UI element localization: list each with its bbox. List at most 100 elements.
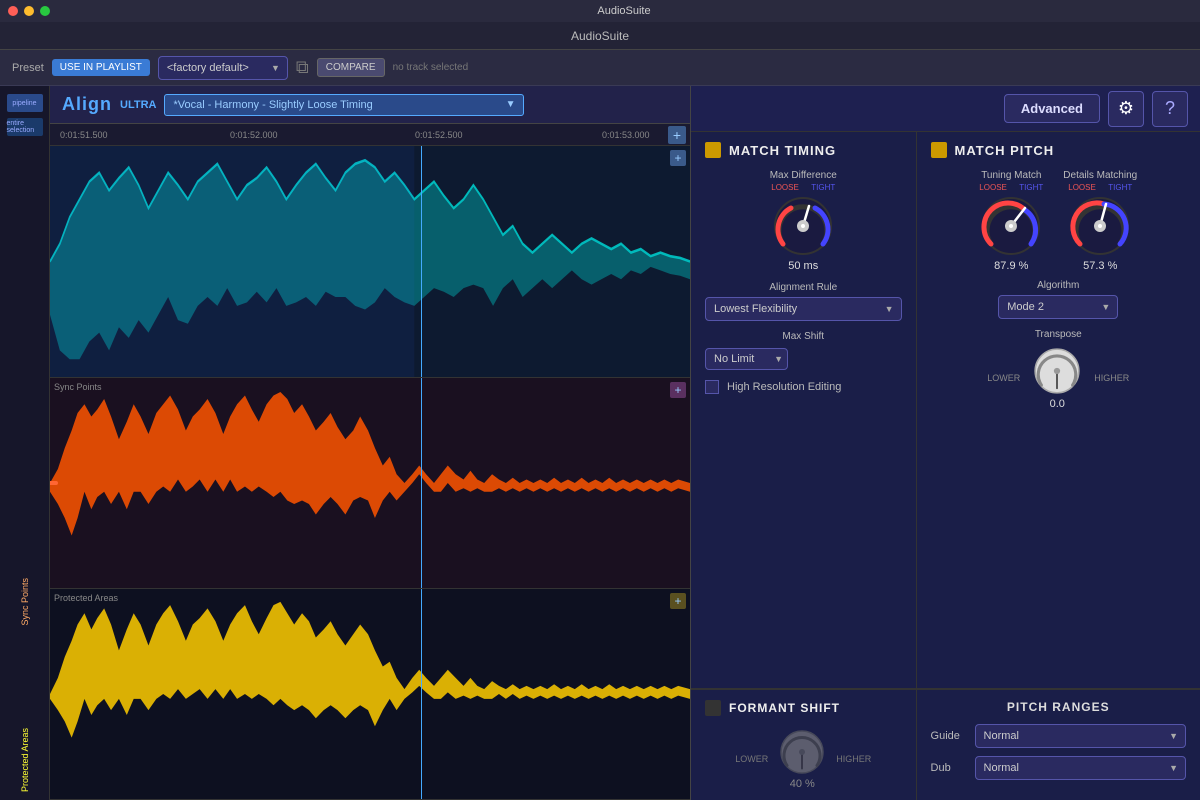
transpose-knob[interactable] <box>1032 346 1082 396</box>
formant-toggle[interactable] <box>705 700 721 716</box>
details-matching-label: Details Matching <box>1063 170 1137 181</box>
max-shift-group: Max Shift No Limit 1 second 2 seconds 50… <box>705 331 902 370</box>
advanced-button[interactable]: Advanced <box>1004 94 1100 123</box>
ruler-mark-3: 0:01:52.500 <box>415 130 463 140</box>
panels-row: MATCH TIMING Max Difference LOOSE TIGHT <box>691 132 1200 688</box>
dub-select-wrapper: Normal Low High Extra Low Extra High <box>975 756 1186 780</box>
timing-section-header: MATCH TIMING <box>705 142 902 158</box>
track-yellow-add-button[interactable]: + <box>670 593 686 609</box>
bottom-panels-row: FORMANT SHIFT LOWER 40 % <box>691 688 1200 800</box>
formant-knob[interactable] <box>778 728 826 776</box>
lower-label: LOWER <box>987 373 1020 383</box>
minimize-dot[interactable] <box>24 6 34 16</box>
match-timing-panel: MATCH TIMING Max Difference LOOSE TIGHT <box>691 132 917 688</box>
sidebar-option-btn[interactable]: pipeline <box>7 94 43 112</box>
max-difference-knob-container: Max Difference LOOSE TIGHT <box>705 170 902 272</box>
formant-higher-label: HIGHER <box>836 754 871 764</box>
preset-name-input[interactable] <box>158 56 288 80</box>
help-button[interactable]: ? <box>1152 91 1188 127</box>
timing-loose-label: LOOSE <box>771 183 799 192</box>
close-dot[interactable] <box>8 6 18 16</box>
no-track-label: no track selected <box>393 62 469 73</box>
track-orange-header: Sync Points <box>50 382 102 392</box>
sidebar-selection-btn[interactable]: entire selection <box>7 118 43 136</box>
pitch-ranges-title: PITCH RANGES <box>931 700 1186 714</box>
plugin-main: pipeline entire selection Sync Points Pr… <box>0 86 1200 800</box>
formant-content: LOWER 40 % HIGHER <box>705 728 902 790</box>
higher-label: HIGHER <box>1094 373 1129 383</box>
timing-section-title: MATCH TIMING <box>729 143 836 158</box>
right-panel: Advanced ⚙ ? MATCH TIMING Max Difference <box>690 86 1200 800</box>
preset-dropdown[interactable]: *Vocal - Harmony - Slightly Loose Timing… <box>164 94 524 116</box>
waveform-tracks: + + Sync Points <box>50 146 690 800</box>
preset-bar: Preset USE IN PLAYLIST ⧉ COMPARE no trac… <box>0 50 1200 86</box>
tuning-match-range: LOOSE TIGHT <box>979 183 1043 192</box>
details-loose-label: LOOSE <box>1068 183 1096 192</box>
max-shift-label: Max Shift <box>705 331 902 342</box>
alignment-rule-select[interactable]: Lowest Flexibility Medium Flexibility Hi… <box>705 297 902 321</box>
details-matching-knob[interactable] <box>1068 194 1132 258</box>
track-label-orange: Sync Points <box>20 578 30 626</box>
guide-range-row: Guide Normal Low High Extra Low Extra Hi… <box>931 724 1186 748</box>
preset-name-display: *Vocal - Harmony - Slightly Loose Timing <box>173 99 372 111</box>
alignment-rule-label: Alignment Rule <box>705 282 902 293</box>
tuning-match-label: Tuning Match <box>981 170 1041 181</box>
max-difference-knob[interactable] <box>771 194 835 258</box>
algorithm-group: Algorithm Mode 1 Mode 2 Mode 3 <box>931 280 1186 319</box>
high-res-row: High Resolution Editing <box>705 380 902 394</box>
waveform-track-orange: + Sync Points <box>50 378 690 589</box>
formant-section-title: FORMANT SHIFT <box>729 701 840 715</box>
formant-knob-container: 40 % <box>778 728 826 790</box>
alignment-rule-select-wrapper: Lowest Flexibility Medium Flexibility Hi… <box>705 297 902 321</box>
os-bar-title: AudioSuite <box>56 5 1192 17</box>
algorithm-select-wrapper: Mode 1 Mode 2 Mode 3 <box>998 295 1118 319</box>
high-res-checkbox[interactable] <box>705 380 719 394</box>
tuning-match-knob-container: Tuning Match LOOSE TIGHT <box>979 170 1043 272</box>
gear-button[interactable]: ⚙ <box>1108 91 1144 127</box>
guide-select[interactable]: Normal Low High Extra Low Extra High <box>975 724 1186 748</box>
track-orange-tag <box>50 481 58 485</box>
transpose-label: Transpose <box>931 329 1186 340</box>
waveform-area: Align ULTRA *Vocal - Harmony - Slightly … <box>50 86 690 800</box>
timeline-ruler: 0:01:51.500 0:01:52.000 0:01:52.500 0:01… <box>50 124 690 146</box>
details-tight-label: TIGHT <box>1108 183 1132 192</box>
max-difference-label: Max Difference <box>770 170 837 181</box>
playhead <box>421 146 422 377</box>
details-matching-knob-container: Details Matching LOOSE TIGHT <box>1063 170 1137 272</box>
compare-button[interactable]: COMPARE <box>317 58 385 77</box>
pitch-knobs-row: Tuning Match LOOSE TIGHT <box>931 170 1186 272</box>
maximize-dot[interactable] <box>40 6 50 16</box>
pitch-ranges-section: PITCH RANGES Guide Normal Low High Extra… <box>917 689 1200 800</box>
os-title-bar: AudioSuite <box>0 0 1200 22</box>
formant-shift-panel: FORMANT SHIFT LOWER 40 % <box>691 689 917 800</box>
transpose-knob-container: 0.0 <box>1032 346 1082 410</box>
dub-select[interactable]: Normal Low High Extra Low Extra High <box>975 756 1186 780</box>
tuning-match-knob[interactable] <box>979 194 1043 258</box>
algorithm-label: Algorithm <box>931 280 1186 291</box>
left-sidebar: pipeline entire selection Sync Points Pr… <box>0 86 50 800</box>
formant-value: 40 % <box>790 778 815 790</box>
alignment-rule-group: Alignment Rule Lowest Flexibility Medium… <box>705 282 902 321</box>
advanced-bar: Advanced ⚙ ? <box>691 86 1200 132</box>
waveform-orange-svg <box>50 378 690 588</box>
algorithm-select[interactable]: Mode 1 Mode 2 Mode 3 <box>998 295 1118 319</box>
max-shift-row: No Limit 1 second 2 seconds 500 ms ▼ <box>705 348 902 370</box>
track-label-yellow: Protected Areas <box>20 728 30 792</box>
question-icon: ? <box>1165 98 1175 119</box>
timing-toggle[interactable] <box>705 142 721 158</box>
ruler-add-button[interactable]: + <box>668 126 686 144</box>
gear-icon: ⚙ <box>1118 98 1134 119</box>
chevron-down-icon: ▼ <box>506 99 516 110</box>
waveform-teal-svg <box>50 146 690 377</box>
use-in-playlist-button[interactable]: USE IN PLAYLIST <box>52 59 150 76</box>
max-difference-value: 50 ms <box>788 260 818 272</box>
waveform-track-yellow: + Protected Areas <box>50 589 690 800</box>
pitch-toggle[interactable] <box>931 142 947 158</box>
max-shift-select[interactable]: No Limit 1 second 2 seconds 500 ms <box>705 348 788 370</box>
track-teal-add-button[interactable]: + <box>670 150 686 166</box>
playhead-orange <box>421 378 422 588</box>
track-orange-add-button[interactable]: + <box>670 382 686 398</box>
ruler-mark-4: 0:01:53.000 <box>602 130 650 140</box>
plugin-brand: Align <box>62 94 112 115</box>
timing-tight-label: TIGHT <box>811 183 835 192</box>
